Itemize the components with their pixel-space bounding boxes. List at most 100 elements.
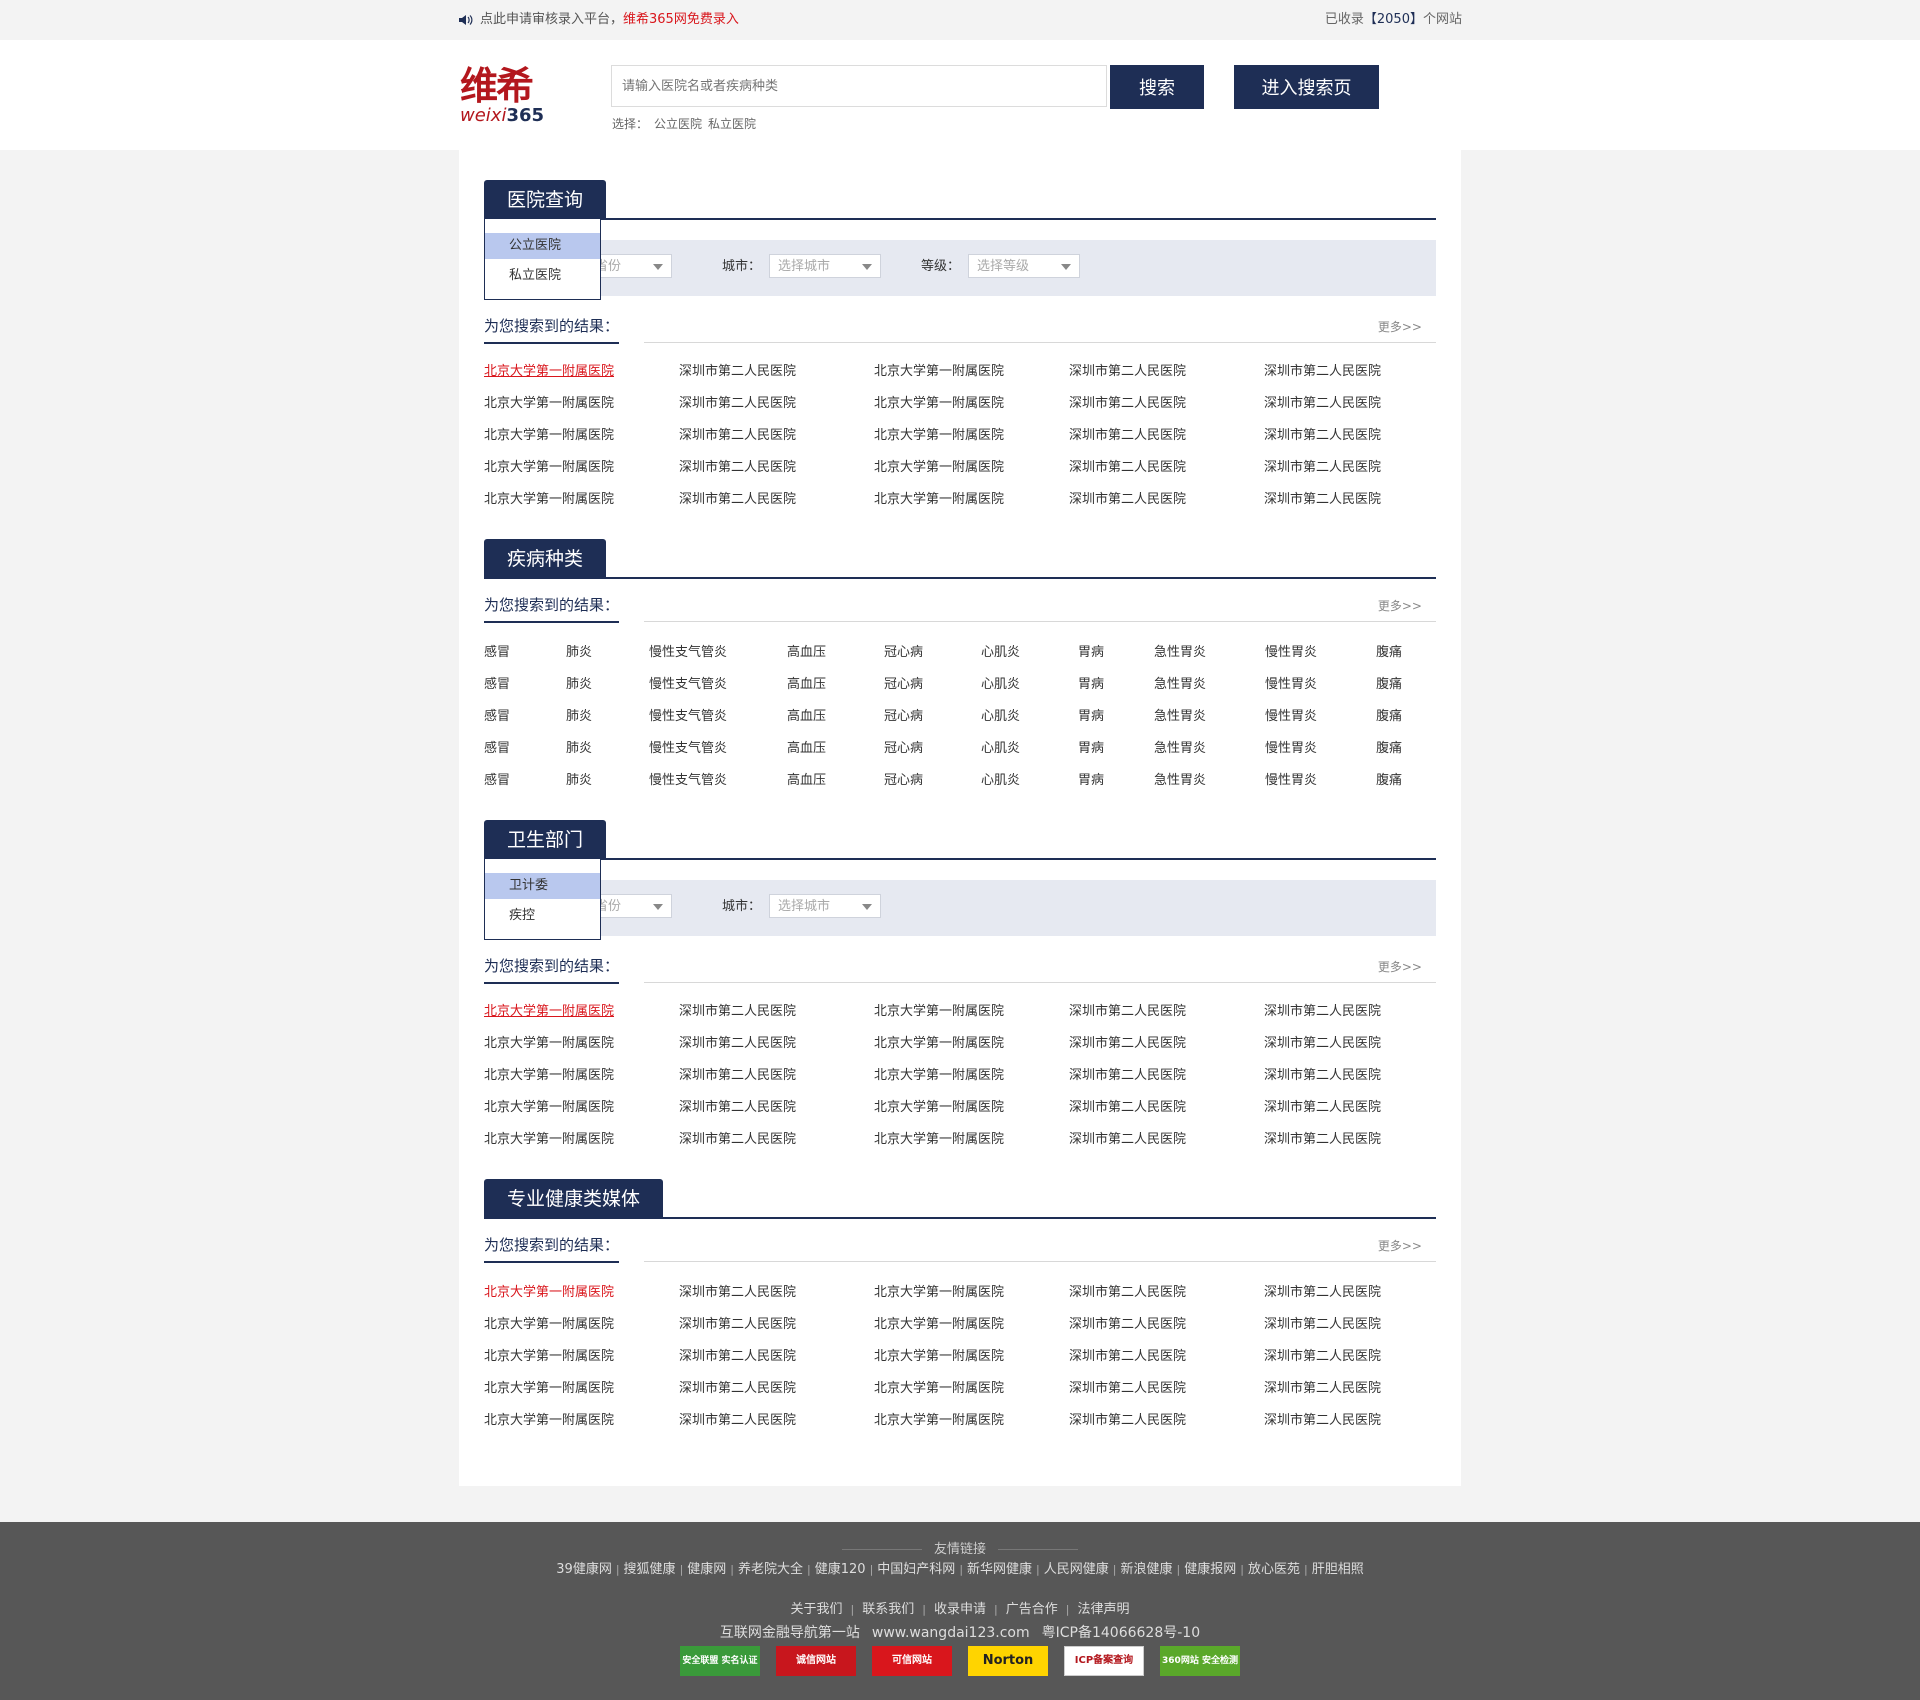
- grid-item-link[interactable]: 北京大学第一附属医院: [874, 360, 1004, 379]
- grid-item-link[interactable]: 慢性支气管炎: [649, 673, 727, 692]
- free-entry-link[interactable]: 维希365网免费录入: [623, 12, 739, 27]
- grid-item-link[interactable]: 感冒: [484, 641, 510, 660]
- grid-item-link[interactable]: 深圳市第二人民医院: [1264, 360, 1381, 379]
- dropdown-option-jikong[interactable]: 疾控: [485, 903, 600, 929]
- grid-item-link[interactable]: 高血压: [787, 705, 826, 724]
- grid-item-link[interactable]: 急性胃炎: [1154, 769, 1206, 788]
- trusted-site-badge[interactable]: 可信网站: [872, 1646, 952, 1676]
- grid-item-link[interactable]: 北京大学第一附属医院: [874, 1000, 1004, 1019]
- grid-item-link[interactable]: 北京大学第一附属医院: [484, 1032, 614, 1051]
- grid-item-link[interactable]: 北京大学第一附属医院: [874, 488, 1004, 507]
- grid-item-link[interactable]: 深圳市第二人民医院: [1069, 1409, 1186, 1428]
- grid-item-link[interactable]: 胃病: [1078, 737, 1104, 756]
- grid-item-link[interactable]: 腹痛: [1376, 769, 1402, 788]
- grid-item-link[interactable]: 深圳市第二人民医院: [1069, 1000, 1186, 1019]
- grid-item-link[interactable]: 深圳市第二人民医院: [679, 360, 796, 379]
- footer-link[interactable]: 联系我们: [862, 1602, 914, 1617]
- city-select[interactable]: 选择城市: [769, 254, 881, 278]
- grid-item-link[interactable]: 胃病: [1078, 641, 1104, 660]
- domain[interactable]: www.wangdai123.com: [872, 1625, 1030, 1641]
- level-select[interactable]: 选择等级: [968, 254, 1080, 278]
- grid-item-link[interactable]: 深圳市第二人民医院: [1069, 488, 1186, 507]
- grid-item-link[interactable]: 深圳市第二人民医院: [1264, 1128, 1381, 1147]
- grid-item-link[interactable]: 慢性胃炎: [1265, 705, 1317, 724]
- grid-item-link[interactable]: 深圳市第二人民医院: [1069, 392, 1186, 411]
- grid-item-link[interactable]: 深圳市第二人民医院: [679, 1377, 796, 1396]
- grid-item-link[interactable]: 冠心病: [884, 641, 923, 660]
- credit-site-badge[interactable]: 诚信网站: [776, 1646, 856, 1676]
- grid-item-link[interactable]: 深圳市第二人民医院: [1264, 1096, 1381, 1115]
- grid-item-link[interactable]: 北京大学第一附属医院: [484, 488, 614, 507]
- grid-item-link[interactable]: 感冒: [484, 705, 510, 724]
- grid-item-link[interactable]: 北京大学第一附属医院: [484, 456, 614, 475]
- more-link[interactable]: 更多>>: [1378, 1237, 1422, 1254]
- grid-item-link[interactable]: 北京大学第一附属医院: [484, 1128, 614, 1147]
- grid-item-link[interactable]: 急性胃炎: [1154, 641, 1206, 660]
- grid-item-link[interactable]: 深圳市第二人民医院: [679, 456, 796, 475]
- dropdown-option-private[interactable]: 私立医院: [485, 263, 600, 289]
- grid-item-link[interactable]: 北京大学第一附属医院: [874, 456, 1004, 475]
- grid-item-link[interactable]: 急性胃炎: [1154, 705, 1206, 724]
- footer-link[interactable]: 法律声明: [1077, 1602, 1129, 1617]
- grid-item-link[interactable]: 慢性胃炎: [1265, 641, 1317, 660]
- grid-item-link[interactable]: 冠心病: [884, 737, 923, 756]
- grid-item-link[interactable]: 北京大学第一附属医院: [484, 360, 614, 379]
- footer-link[interactable]: 39健康网: [556, 1562, 612, 1577]
- icp-number[interactable]: 粤ICP备14066628号-10: [1042, 1625, 1200, 1641]
- choose-private[interactable]: 私立医院: [708, 117, 756, 131]
- grid-item-link[interactable]: 深圳市第二人民医院: [1069, 360, 1186, 379]
- grid-item-link[interactable]: 深圳市第二人民医院: [679, 1128, 796, 1147]
- grid-item-link[interactable]: 肺炎: [566, 769, 592, 788]
- grid-item-link[interactable]: 高血压: [787, 769, 826, 788]
- site-logo[interactable]: 维希 weixi365: [460, 64, 554, 126]
- grid-item-link[interactable]: 深圳市第二人民医院: [679, 488, 796, 507]
- grid-item-link[interactable]: 北京大学第一附属医院: [484, 1345, 614, 1364]
- grid-item-link[interactable]: 腹痛: [1376, 641, 1402, 660]
- 360-security-badge[interactable]: 360网站 安全检测: [1160, 1646, 1240, 1676]
- grid-item-link[interactable]: 深圳市第二人民医院: [1069, 1096, 1186, 1115]
- grid-item-link[interactable]: 肺炎: [566, 641, 592, 660]
- footer-link[interactable]: 人民网健康: [1044, 1562, 1109, 1577]
- grid-item-link[interactable]: 北京大学第一附属医院: [484, 1313, 614, 1332]
- grid-item-link[interactable]: 深圳市第二人民医院: [1069, 1128, 1186, 1147]
- city-select[interactable]: 选择城市: [769, 894, 881, 918]
- grid-item-link[interactable]: 深圳市第二人民医院: [1264, 1377, 1381, 1396]
- search-button[interactable]: 搜索: [1110, 65, 1204, 109]
- grid-item-link[interactable]: 深圳市第二人民医院: [1264, 456, 1381, 475]
- grid-item-link[interactable]: 腹痛: [1376, 673, 1402, 692]
- grid-item-link[interactable]: 深圳市第二人民医院: [1264, 1064, 1381, 1083]
- grid-item-link[interactable]: 北京大学第一附属医院: [484, 1096, 614, 1115]
- icp-query-badge[interactable]: ICP备案查询: [1064, 1646, 1144, 1676]
- grid-item-link[interactable]: 心肌炎: [981, 769, 1020, 788]
- grid-item-link[interactable]: 北京大学第一附属医院: [484, 1281, 614, 1300]
- grid-item-link[interactable]: 深圳市第二人民医院: [1264, 1000, 1381, 1019]
- grid-item-link[interactable]: 深圳市第二人民医院: [679, 1064, 796, 1083]
- grid-item-link[interactable]: 北京大学第一附属医院: [874, 1064, 1004, 1083]
- footer-link[interactable]: 搜狐健康: [624, 1562, 676, 1577]
- grid-item-link[interactable]: 深圳市第二人民医院: [1264, 1409, 1381, 1428]
- footer-link[interactable]: 关于我们: [791, 1602, 843, 1617]
- grid-item-link[interactable]: 北京大学第一附属医院: [874, 1377, 1004, 1396]
- grid-item-link[interactable]: 感冒: [484, 737, 510, 756]
- grid-item-link[interactable]: 胃病: [1078, 705, 1104, 724]
- more-link[interactable]: 更多>>: [1378, 597, 1422, 614]
- grid-item-link[interactable]: 深圳市第二人民医院: [679, 424, 796, 443]
- grid-item-link[interactable]: 急性胃炎: [1154, 673, 1206, 692]
- grid-item-link[interactable]: 慢性胃炎: [1265, 673, 1317, 692]
- grid-item-link[interactable]: 慢性支气管炎: [649, 641, 727, 660]
- grid-item-link[interactable]: 深圳市第二人民医院: [1069, 1032, 1186, 1051]
- grid-item-link[interactable]: 北京大学第一附属医院: [484, 424, 614, 443]
- grid-item-link[interactable]: 肺炎: [566, 673, 592, 692]
- grid-item-link[interactable]: 胃病: [1078, 673, 1104, 692]
- grid-item-link[interactable]: 深圳市第二人民医院: [1069, 456, 1186, 475]
- grid-item-link[interactable]: 胃病: [1078, 769, 1104, 788]
- grid-item-link[interactable]: 冠心病: [884, 705, 923, 724]
- choose-public[interactable]: 公立医院: [654, 117, 702, 131]
- grid-item-link[interactable]: 深圳市第二人民医院: [1264, 424, 1381, 443]
- grid-item-link[interactable]: 北京大学第一附属医院: [484, 1000, 614, 1019]
- grid-item-link[interactable]: 北京大学第一附属医院: [874, 392, 1004, 411]
- grid-item-link[interactable]: 深圳市第二人民医院: [679, 1345, 796, 1364]
- grid-item-link[interactable]: 心肌炎: [981, 705, 1020, 724]
- grid-item-link[interactable]: 深圳市第二人民医院: [1264, 1313, 1381, 1332]
- province-select[interactable]: 省份: [594, 894, 672, 918]
